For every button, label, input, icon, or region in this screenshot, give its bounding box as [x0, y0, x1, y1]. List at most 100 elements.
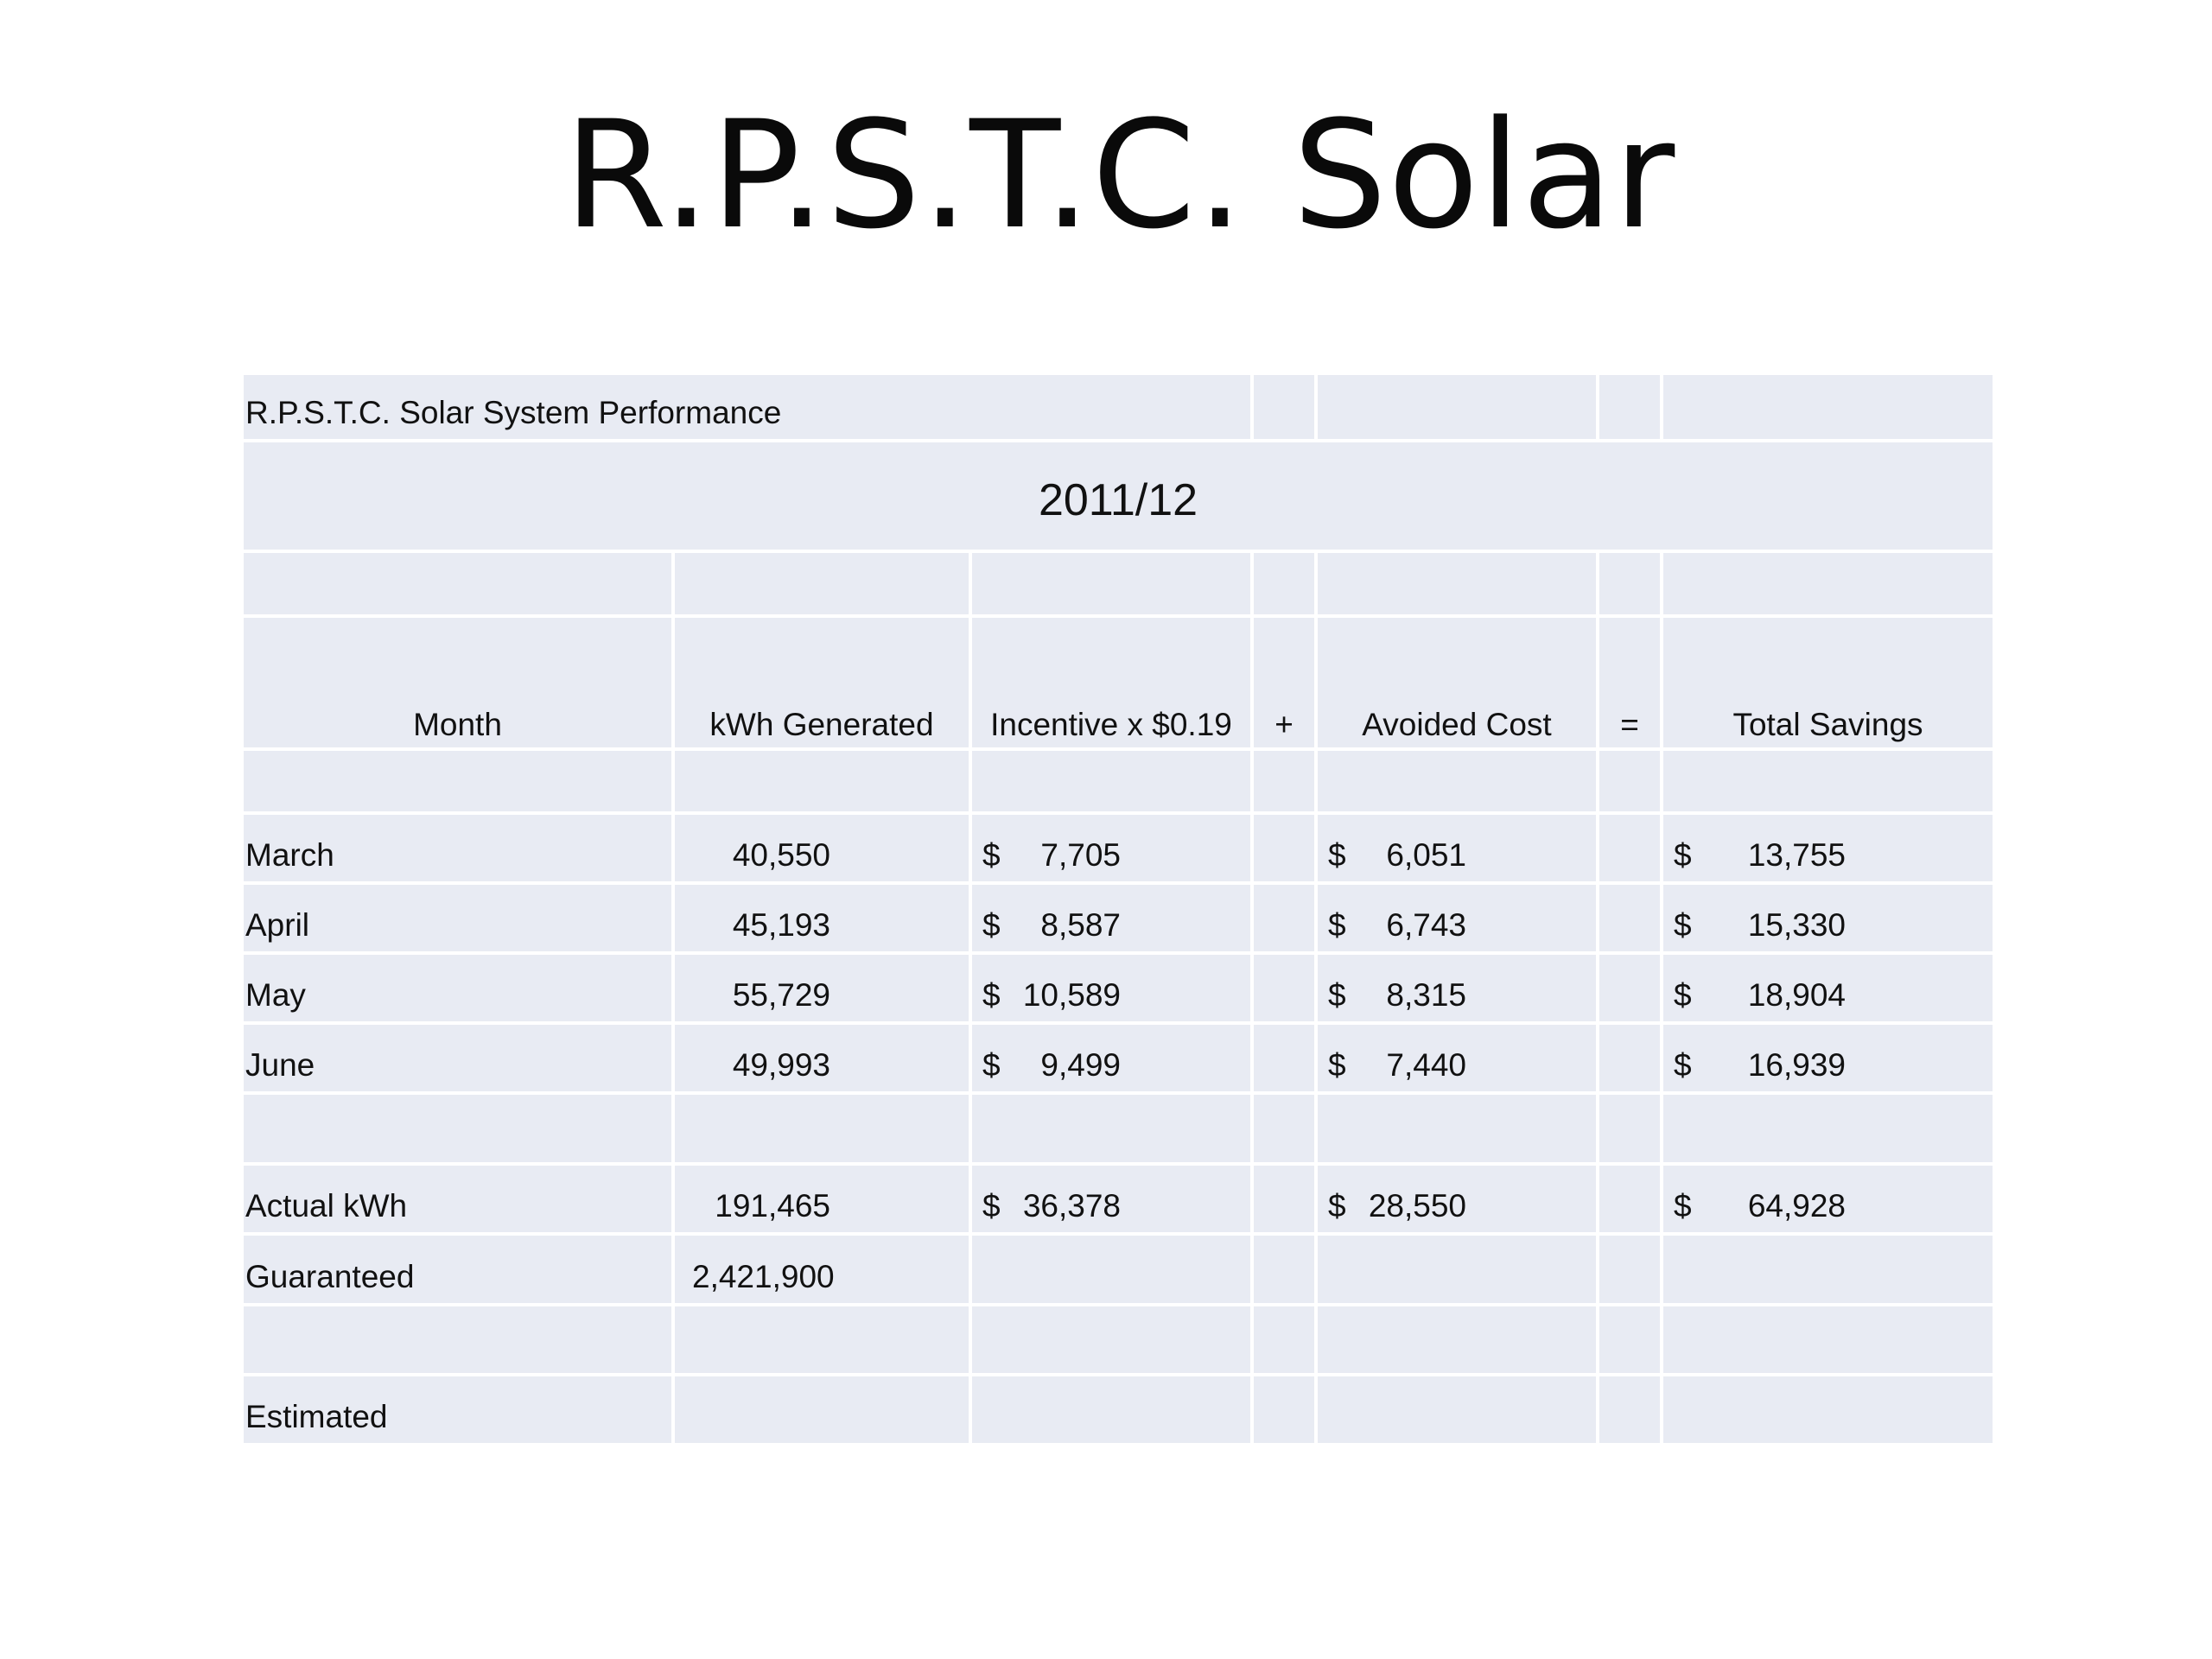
total-savings-value: 13,755: [1747, 837, 1846, 873]
empty-cell: [1599, 1166, 1660, 1232]
kwh-cell: 49,993: [675, 1025, 969, 1091]
empty-cell: [972, 553, 1250, 614]
currency-symbol: $: [982, 1047, 1001, 1083]
currency-symbol: $: [1674, 837, 1692, 873]
empty-cell: [1599, 1306, 1660, 1373]
month-cell: June: [244, 1025, 671, 1091]
avoided-cost-value: 6,743: [1386, 907, 1466, 943]
currency-symbol: $: [1328, 1047, 1346, 1083]
currency-symbol: $: [1328, 907, 1346, 943]
empty-cell: [1254, 815, 1314, 881]
total-savings-cell: $15,330: [1663, 885, 1993, 951]
empty-cell: [1254, 1166, 1314, 1232]
empty-cell: [1663, 751, 1993, 811]
empty-cell: [244, 1095, 671, 1162]
actual-avoided-cost-cell: $28,550: [1318, 1166, 1596, 1232]
estimated-label: Estimated: [244, 1376, 671, 1443]
empty-cell: [1663, 1236, 1993, 1303]
table-caption: R.P.S.T.C. Solar System Performance: [244, 375, 1250, 439]
empty-cell: [1254, 375, 1314, 439]
header-total-savings: Total Savings: [1663, 618, 1993, 747]
header-incentive: Incentive x $0.19: [972, 618, 1250, 747]
avoided-cost-cell: $7,440: [1318, 1025, 1596, 1091]
empty-cell: [972, 1376, 1250, 1443]
empty-cell: [244, 751, 671, 811]
actual-total-savings-value: 64,928: [1747, 1188, 1846, 1224]
currency-symbol: $: [982, 837, 1001, 873]
header-plus-operator: +: [1254, 618, 1314, 747]
empty-cell: [972, 1236, 1250, 1303]
empty-cell: [1318, 375, 1596, 439]
month-cell: May: [244, 955, 671, 1021]
empty-cell: [1254, 1376, 1314, 1443]
actual-kwh-label: Actual kWh: [244, 1166, 671, 1232]
empty-cell: [244, 553, 671, 614]
kwh-cell: 55,729: [675, 955, 969, 1021]
kwh-cell: 40,550: [675, 815, 969, 881]
empty-cell: [1254, 1095, 1314, 1162]
empty-cell: [1663, 375, 1993, 439]
total-savings-cell: $13,755: [1663, 815, 1993, 881]
empty-cell: [1254, 955, 1314, 1021]
incentive-value: 7,705: [1040, 837, 1121, 873]
guaranteed-label: Guaranteed: [244, 1236, 671, 1303]
empty-cell: [244, 1306, 671, 1373]
empty-cell: [1599, 1095, 1660, 1162]
total-savings-value: 16,939: [1747, 1047, 1846, 1083]
empty-cell: [1663, 1095, 1993, 1162]
actual-incentive-cell: $36,378: [972, 1166, 1250, 1232]
empty-cell: [675, 1306, 969, 1373]
currency-symbol: $: [1328, 837, 1346, 873]
period-label: 2011/12: [244, 442, 1993, 550]
empty-cell: [1599, 375, 1660, 439]
avoided-cost-value: 7,440: [1386, 1047, 1466, 1083]
empty-cell: [972, 1306, 1250, 1373]
month-cell: April: [244, 885, 671, 951]
empty-cell: [675, 1095, 969, 1162]
empty-cell: [1254, 1306, 1314, 1373]
empty-cell: [1254, 1236, 1314, 1303]
avoided-cost-cell: $6,743: [1318, 885, 1596, 951]
empty-cell: [1318, 751, 1596, 811]
empty-cell: [675, 1376, 969, 1443]
incentive-cell: $7,705: [972, 815, 1250, 881]
empty-cell: [972, 751, 1250, 811]
guaranteed-kwh-value: 2,421,900: [675, 1236, 969, 1303]
empty-cell: [1599, 553, 1660, 614]
empty-cell: [1599, 751, 1660, 811]
performance-table: R.P.S.T.C. Solar System Performance 2011…: [244, 375, 1993, 1443]
actual-total-savings-cell: $64,928: [1663, 1166, 1993, 1232]
empty-cell: [1254, 751, 1314, 811]
month-cell: March: [244, 815, 671, 881]
total-savings-value: 18,904: [1747, 977, 1846, 1013]
currency-symbol: $: [982, 907, 1001, 943]
avoided-cost-value: 6,051: [1386, 837, 1466, 873]
actual-incentive-value: 36,378: [1022, 1188, 1121, 1224]
empty-cell: [1599, 815, 1660, 881]
avoided-cost-value: 8,315: [1386, 977, 1466, 1013]
empty-cell: [675, 553, 969, 614]
incentive-cell: $8,587: [972, 885, 1250, 951]
empty-cell: [1599, 955, 1660, 1021]
empty-cell: [1663, 1306, 1993, 1373]
slide-title: R.P.S.T.C. Solar: [563, 88, 1676, 262]
incentive-value: 8,587: [1040, 907, 1121, 943]
empty-cell: [972, 1095, 1250, 1162]
actual-kwh-value: 191,465: [675, 1166, 969, 1232]
empty-cell: [1599, 1025, 1660, 1091]
total-savings-cell: $18,904: [1663, 955, 1993, 1021]
empty-cell: [1318, 1306, 1596, 1373]
currency-symbol: $: [1328, 977, 1346, 1013]
empty-cell: [1318, 1376, 1596, 1443]
empty-cell: [1318, 553, 1596, 614]
currency-symbol: $: [1328, 1188, 1346, 1224]
incentive-cell: $10,589: [972, 955, 1250, 1021]
total-savings-cell: $16,939: [1663, 1025, 1993, 1091]
empty-cell: [675, 751, 969, 811]
currency-symbol: $: [1674, 1188, 1692, 1224]
currency-symbol: $: [982, 1188, 1001, 1224]
empty-cell: [1318, 1236, 1596, 1303]
header-equals-operator: =: [1599, 618, 1660, 747]
currency-symbol: $: [1674, 1047, 1692, 1083]
empty-cell: [1254, 553, 1314, 614]
